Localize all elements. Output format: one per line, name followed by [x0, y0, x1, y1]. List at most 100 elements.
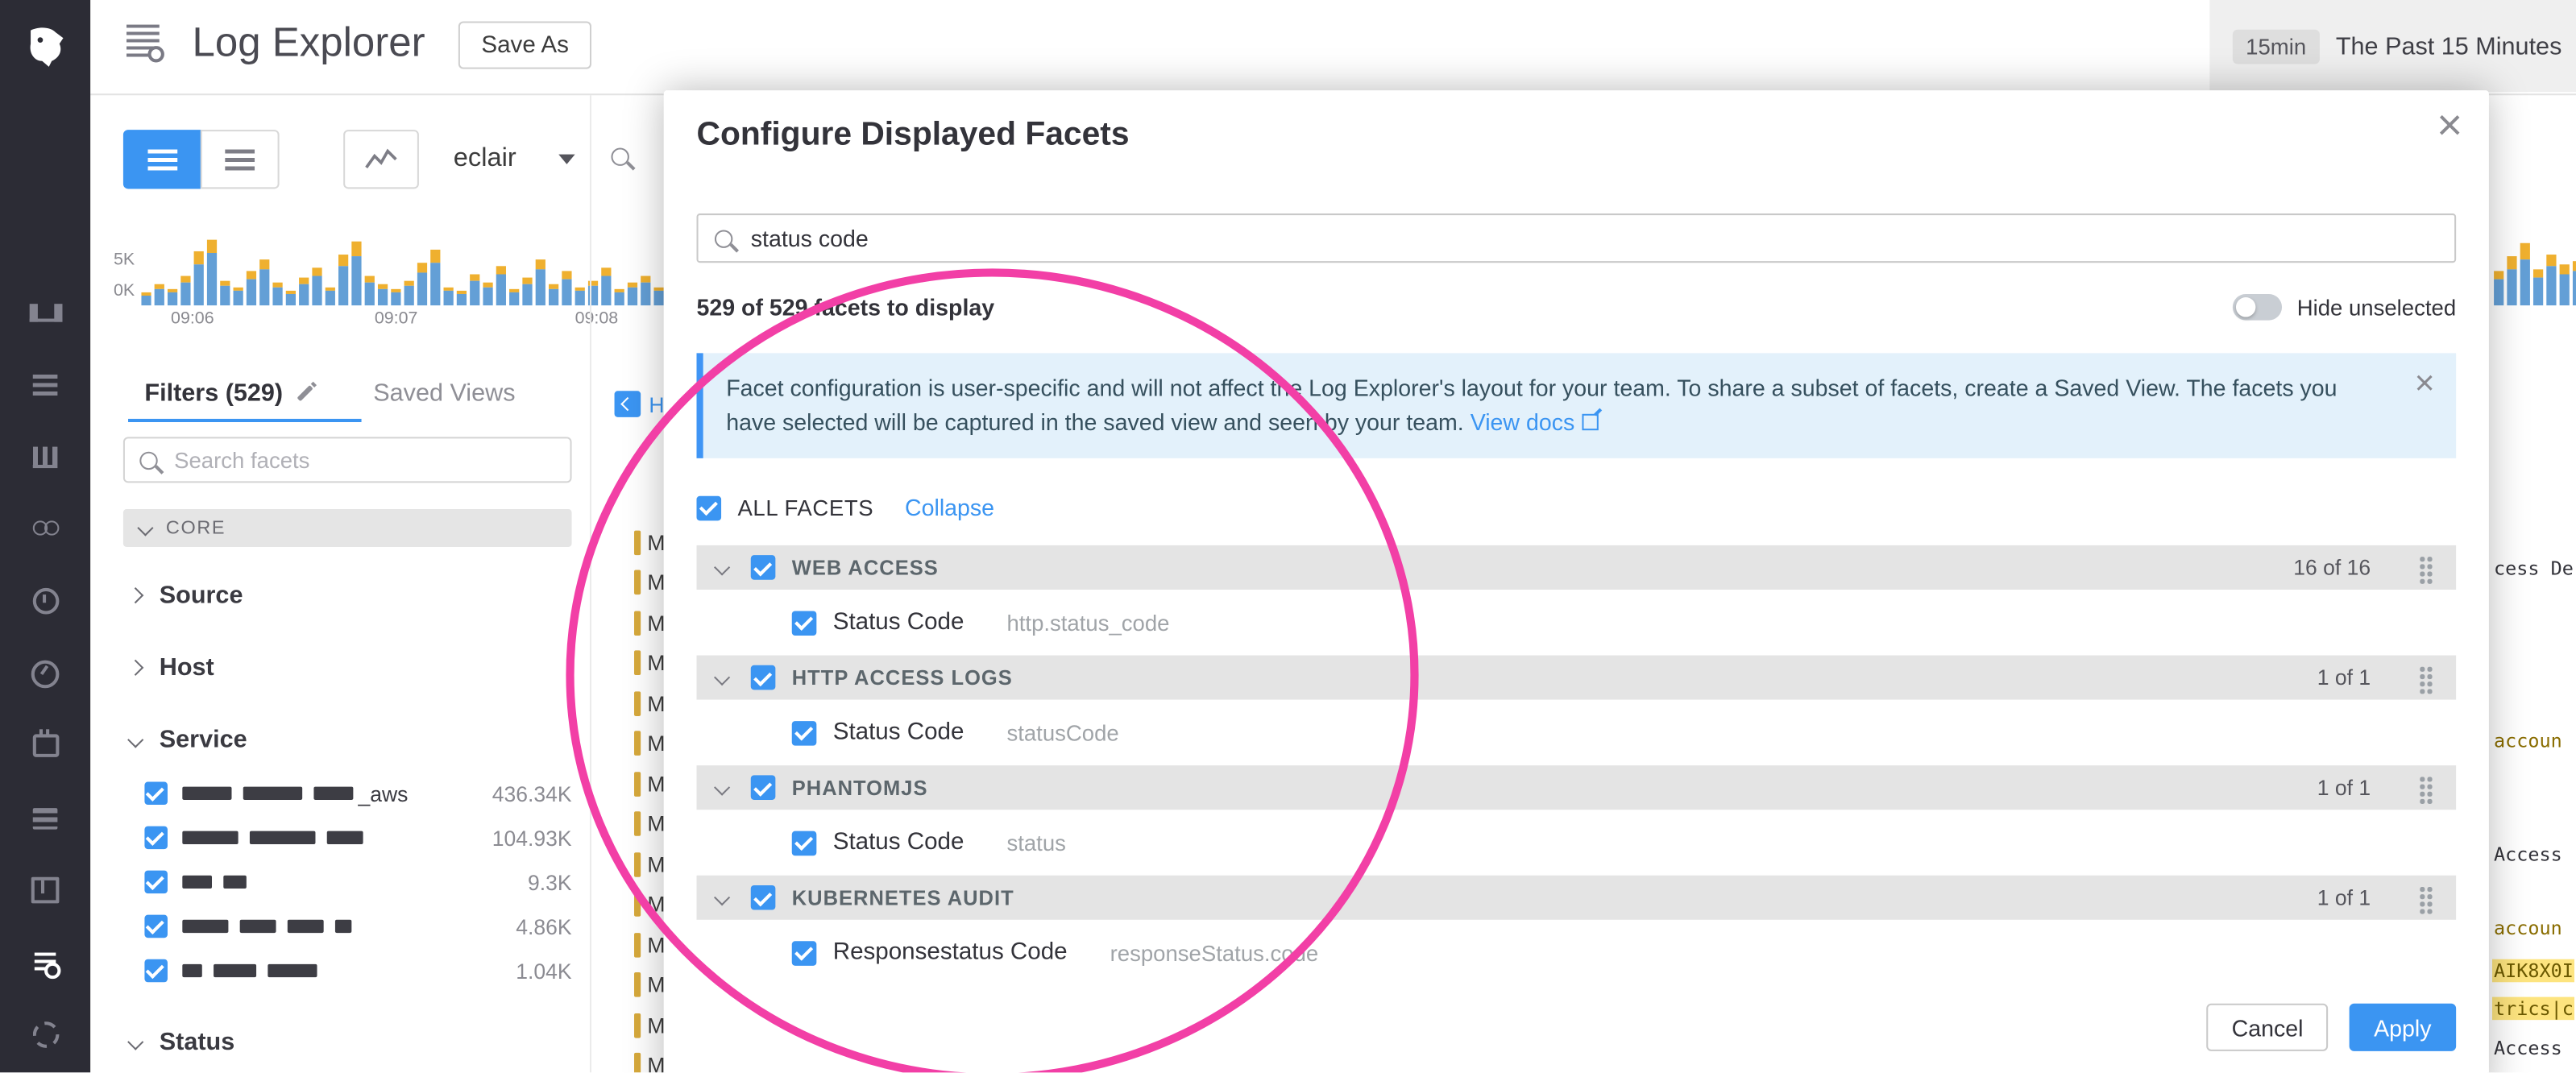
log-row[interactable]: Ma	[634, 767, 664, 800]
service-facet-value[interactable]: _aws 436.34K	[123, 775, 572, 811]
search-icon[interactable]	[611, 148, 628, 166]
checkbox-checked[interactable]	[144, 826, 168, 850]
save-as-button[interactable]: Save As	[458, 22, 592, 69]
histogram-bar	[141, 292, 151, 305]
service-facet-value[interactable]: 1.04K	[123, 953, 572, 989]
cancel-button[interactable]: Cancel	[2207, 1004, 2328, 1051]
apply-button[interactable]: Apply	[2350, 1004, 2457, 1051]
chevron-right-icon	[127, 659, 143, 675]
histogram-bar	[2507, 256, 2516, 305]
log-row[interactable]: Ma	[634, 928, 664, 961]
log-row[interactable]: Ma	[634, 888, 664, 921]
pipelines-stack-icon[interactable]	[29, 803, 62, 833]
chevron-down-icon[interactable]	[714, 889, 730, 905]
log-row[interactable]: Ma	[634, 686, 664, 719]
histogram-bar	[155, 284, 164, 306]
log-row[interactable]: Ma	[634, 847, 664, 880]
hide-unselected-toggle[interactable]	[2233, 294, 2282, 321]
log-row[interactable]: Ma	[634, 727, 664, 760]
histogram-bar	[351, 242, 361, 306]
checkbox-checked[interactable]	[144, 915, 168, 938]
group-checkbox-checked[interactable]	[751, 555, 776, 580]
table-view-button[interactable]	[201, 130, 280, 188]
facet-group-count: 1 of 1	[2317, 665, 2371, 690]
hide-controls-button[interactable]: H	[615, 391, 664, 417]
chevron-down-icon[interactable]	[714, 669, 730, 686]
log-explorer-icon[interactable]	[29, 947, 62, 977]
view-docs-link[interactable]: View docs	[1471, 409, 1575, 436]
chevron-down-icon[interactable]	[714, 780, 730, 796]
close-icon[interactable]: ×	[2437, 103, 2462, 147]
histogram-bar	[391, 289, 400, 305]
info-banner: Facet configuration is user-specific and…	[696, 353, 2456, 458]
facet-section-service[interactable]: Service	[123, 716, 572, 762]
all-facets-checkbox-checked[interactable]	[696, 495, 721, 520]
metrics-chart-icon[interactable]	[29, 441, 62, 471]
facet-checkbox-checked[interactable]	[792, 940, 817, 965]
banner-close-icon[interactable]: ×	[2415, 367, 2435, 401]
log-row[interactable]: Ma	[634, 566, 664, 599]
time-range-picker[interactable]: 15min The Past 15 Minutes	[2209, 0, 2576, 92]
drag-handle-icon[interactable]	[2420, 885, 2433, 910]
watchdog-icon[interactable]	[29, 297, 62, 327]
log-message: Ma	[647, 570, 663, 594]
facet-checkbox-checked[interactable]	[792, 610, 817, 635]
collapse-link[interactable]: Collapse	[905, 495, 994, 521]
redacted-text	[288, 920, 324, 933]
drag-handle-icon[interactable]	[2420, 555, 2433, 580]
facet-checkbox-checked[interactable]	[792, 831, 817, 856]
facet-search-input[interactable]	[171, 446, 506, 474]
log-row[interactable]: Ma	[634, 807, 664, 840]
status-chip	[634, 771, 641, 796]
settings-gear-icon[interactable]	[29, 1020, 62, 1050]
histogram-bar	[168, 289, 177, 305]
facets-count-row: 529 of 529 facets to display Hide unsele…	[696, 294, 2456, 321]
tab-saved-views[interactable]: Saved Views	[373, 379, 515, 408]
facet-label: Status Code	[833, 609, 964, 636]
log-row[interactable]: Ma	[634, 1049, 664, 1073]
chevron-down-icon[interactable]	[714, 559, 730, 575]
integrations-plug-icon[interactable]	[29, 731, 62, 760]
group-checkbox-checked[interactable]	[751, 775, 776, 800]
error-tracking-icon[interactable]	[29, 586, 62, 616]
dashboards-gauge-icon[interactable]	[29, 659, 62, 689]
facet-section-source[interactable]: Source	[123, 572, 572, 618]
checkbox-checked[interactable]	[144, 871, 168, 894]
datadog-logo[interactable]	[0, 0, 90, 93]
log-row[interactable]: Ma	[634, 968, 664, 1001]
edit-pencil-icon[interactable]	[297, 386, 313, 401]
group-checkbox-checked[interactable]	[751, 665, 776, 690]
service-facet-value[interactable]: 9.3K	[123, 864, 572, 900]
histogram-bar	[536, 259, 545, 305]
histogram-bar	[180, 276, 190, 306]
redacted-service-name	[182, 787, 364, 800]
log-row[interactable]: Ma	[634, 606, 664, 639]
list-view-button[interactable]	[123, 130, 202, 188]
chevron-down-icon	[137, 520, 153, 536]
facet-checkbox-checked[interactable]	[792, 720, 817, 745]
core-section-header[interactable]: CORE	[123, 509, 572, 547]
facet-section-status[interactable]: Status	[123, 1018, 572, 1064]
facet-section-host[interactable]: Host	[123, 644, 572, 690]
checkbox-checked[interactable]	[144, 782, 168, 806]
log-volume-histogram[interactable]	[141, 240, 666, 306]
group-checkbox-checked[interactable]	[751, 885, 776, 910]
watchdog-icon	[29, 303, 62, 321]
notebook-icon[interactable]	[29, 370, 62, 400]
redacted-text	[182, 831, 238, 844]
checkbox-checked[interactable]	[144, 959, 168, 983]
eclair-dropdown[interactable]: eclair	[437, 130, 591, 188]
service-facet-value[interactable]: 104.93K	[123, 819, 572, 856]
log-row[interactable]: Ma	[634, 1009, 664, 1042]
drag-handle-icon[interactable]	[2420, 665, 2433, 690]
tab-filters[interactable]: Filters (529)	[144, 379, 313, 408]
log-row[interactable]: Ma	[634, 525, 664, 558]
log-message: Ma	[647, 1013, 663, 1038]
modal-search-input[interactable]	[748, 223, 2315, 253]
service-facet-value[interactable]: 4.86K	[123, 909, 572, 945]
log-row[interactable]: Ma	[634, 646, 664, 679]
timeseries-view-button[interactable]	[343, 130, 419, 188]
org-people-icon[interactable]	[29, 514, 62, 544]
drag-handle-icon[interactable]	[2420, 775, 2433, 800]
logs-book-icon[interactable]	[29, 876, 62, 905]
